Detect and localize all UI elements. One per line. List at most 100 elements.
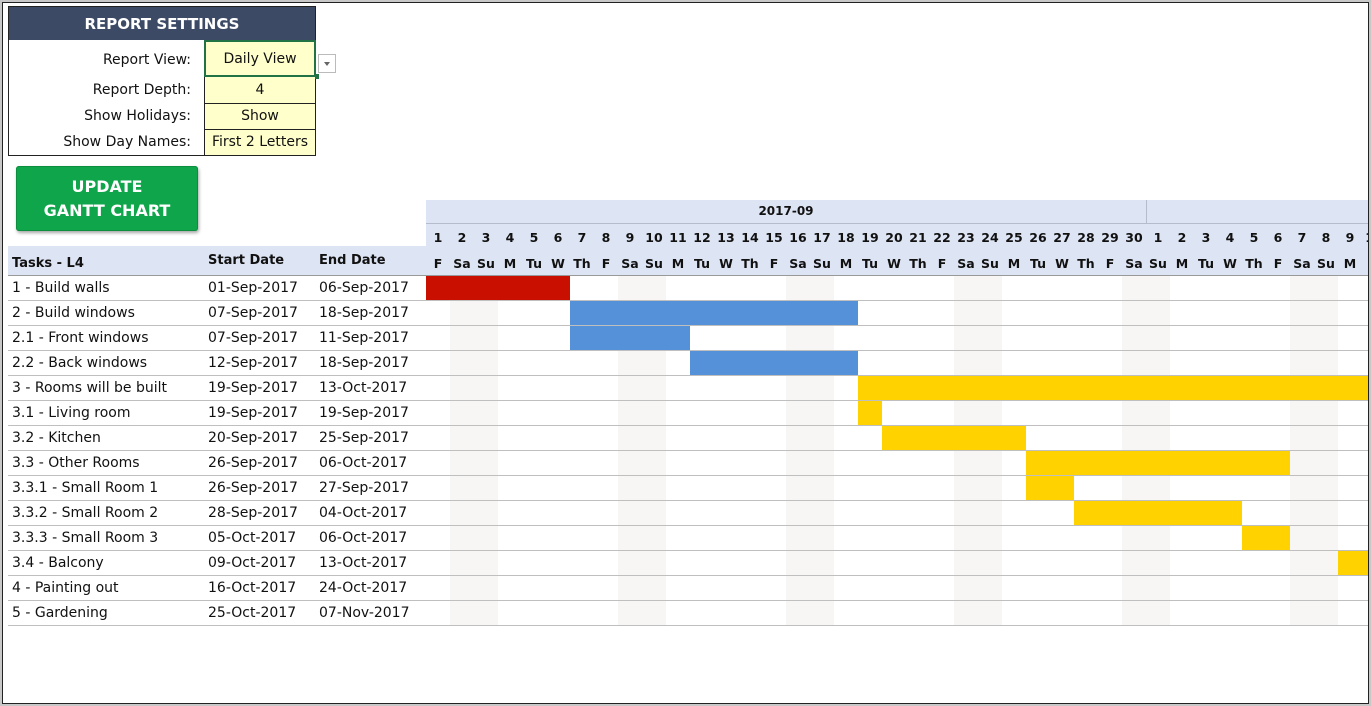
task-row[interactable]: 4 - Painting out 16-Oct-2017 24-Oct-2017 (8, 576, 1368, 601)
start-date-cell[interactable]: 16-Oct-2017 (208, 576, 296, 600)
day-number-label: 5 (529, 230, 539, 245)
task-row[interactable]: 2.2 - Back windows 12-Sep-2017 18-Sep-2017 (8, 351, 1368, 376)
end-date-cell[interactable]: 07-Nov-2017 (319, 601, 410, 625)
start-date-cell[interactable]: 20-Sep-2017 (208, 426, 298, 450)
start-date-cell[interactable]: 01-Sep-2017 (208, 276, 298, 300)
day-number-label: 14 (741, 230, 759, 245)
task-name-cell[interactable]: 4 - Painting out (12, 576, 119, 600)
day-number-label: 8 (601, 230, 611, 245)
day-name-label: Sa (1125, 256, 1143, 271)
day-number-label: 15 (765, 230, 783, 245)
gantt-bar[interactable] (1338, 551, 1368, 575)
task-name-cell[interactable]: 3.3 - Other Rooms (12, 451, 140, 475)
end-date-cell[interactable]: 06-Oct-2017 (319, 451, 407, 475)
gantt-bar[interactable] (882, 426, 1026, 450)
day-number-label: 25 (1005, 230, 1023, 245)
day-number-label: 1 (1153, 230, 1163, 245)
day-number-label: 29 (1101, 230, 1119, 245)
end-date-cell[interactable]: 11-Sep-2017 (319, 326, 409, 350)
end-date-cell[interactable]: 13-Oct-2017 (319, 551, 407, 575)
task-name-cell[interactable]: 3.3.2 - Small Room 2 (12, 501, 158, 525)
end-date-cell[interactable]: 13-Oct-2017 (319, 376, 407, 400)
day-number-label: 7 (577, 230, 587, 245)
day-number-label: 1 (433, 230, 443, 245)
day-name-label: M (503, 256, 517, 271)
end-date-cell[interactable]: 18-Sep-2017 (319, 351, 409, 375)
day-name-label: F (433, 256, 443, 271)
task-row[interactable]: 3.4 - Balcony 09-Oct-2017 13-Oct-2017 (8, 551, 1368, 576)
task-name-cell[interactable]: 5 - Gardening (12, 601, 108, 625)
day-number-label: 10 (645, 230, 663, 245)
day-name-label: T (1362, 254, 1368, 274)
day-number-label: 7 (1297, 230, 1307, 245)
gantt-bar[interactable] (570, 301, 858, 325)
day-number-label: 24 (981, 230, 999, 245)
gantt-bar[interactable] (1242, 526, 1290, 550)
day-name-label: Th (909, 256, 927, 271)
end-date-cell[interactable]: 18-Sep-2017 (319, 301, 409, 325)
day-name-label: Tu (693, 256, 711, 271)
day-name-label: Su (813, 256, 831, 271)
task-name-cell[interactable]: 2 - Build windows (12, 301, 135, 325)
spreadsheet-window: REPORT SETTINGS Report View: Daily View … (2, 2, 1369, 704)
gantt-bar[interactable] (570, 326, 690, 350)
day-name-label: Su (477, 256, 495, 271)
task-row[interactable]: 3.3.3 - Small Room 3 05-Oct-2017 06-Oct-20… (8, 526, 1368, 551)
day-number-label: 8 (1321, 230, 1331, 245)
end-date-cell[interactable]: 24-Oct-2017 (319, 576, 407, 600)
task-name-cell[interactable]: 3 - Rooms will be built (12, 376, 167, 400)
start-date-cell[interactable]: 19-Sep-2017 (208, 401, 298, 425)
gantt-bar[interactable] (1074, 501, 1242, 525)
end-date-cell[interactable]: 04-Oct-2017 (319, 501, 407, 525)
day-name-label: F (769, 256, 779, 271)
task-name-cell[interactable]: 3.3.1 - Small Room 1 (12, 476, 158, 500)
task-row[interactable]: 1 - Build walls 01-Sep-2017 06-Sep-2017 (8, 276, 1368, 301)
day-number-label: 23 (957, 230, 975, 245)
day-name-label: F (937, 256, 947, 271)
task-name-cell[interactable]: 2.1 - Front windows (12, 326, 149, 350)
task-row[interactable]: 5 - Gardening 25-Oct-2017 07-Nov-2017 (8, 601, 1368, 626)
day-name-label: W (551, 256, 565, 271)
task-name-cell[interactable]: 3.4 - Balcony (12, 551, 104, 575)
task-name-cell[interactable]: 3.1 - Living room (12, 401, 131, 425)
start-date-cell[interactable]: 25-Oct-2017 (208, 601, 296, 625)
gantt-bar[interactable] (1026, 451, 1290, 475)
start-date-cell[interactable]: 26-Sep-2017 (208, 476, 298, 500)
day-name-label: M (839, 256, 853, 271)
day-number-label: 13 (717, 230, 735, 245)
task-row[interactable]: 3.2 - Kitchen 20-Sep-2017 25-Sep-2017 (8, 426, 1368, 451)
task-name-cell[interactable]: 3.2 - Kitchen (12, 426, 101, 450)
gantt-bar[interactable] (426, 276, 570, 300)
start-date-cell[interactable]: 07-Sep-2017 (208, 326, 298, 350)
day-number-label: 21 (909, 230, 927, 245)
gantt-bar[interactable] (858, 376, 1368, 400)
task-row[interactable]: 3.1 - Living room 19-Sep-2017 19-Sep-2017 (8, 401, 1368, 426)
end-date-cell[interactable]: 27-Sep-2017 (319, 476, 409, 500)
gantt-bar[interactable] (1026, 476, 1074, 500)
end-date-cell[interactable]: 19-Sep-2017 (319, 401, 409, 425)
gantt-bar[interactable] (858, 401, 882, 425)
start-date-cell[interactable]: 28-Sep-2017 (208, 501, 298, 525)
start-date-cell[interactable]: 12-Sep-2017 (208, 351, 298, 375)
day-name-label: Su (645, 256, 663, 271)
end-date-cell[interactable]: 06-Sep-2017 (319, 276, 409, 300)
start-date-cell[interactable]: 19-Sep-2017 (208, 376, 298, 400)
start-date-cell[interactable]: 26-Sep-2017 (208, 451, 298, 475)
task-name-cell[interactable]: 2.2 - Back windows (12, 351, 147, 375)
task-row[interactable]: 3.3.1 - Small Room 1 26-Sep-2017 27-Sep-20… (8, 476, 1368, 501)
day-number-label: 3 (1201, 230, 1211, 245)
start-date-cell[interactable]: 07-Sep-2017 (208, 301, 298, 325)
day-name-label: M (671, 256, 685, 271)
day-name-label: W (1223, 256, 1237, 271)
start-date-cell[interactable]: 09-Oct-2017 (208, 551, 296, 575)
gantt-bar[interactable] (690, 351, 858, 375)
day-name-label: Th (1077, 256, 1095, 271)
day-name-label: Sa (957, 256, 975, 271)
day-number-label: 6 (553, 230, 563, 245)
task-name-cell[interactable]: 3.3.3 - Small Room 3 (12, 526, 158, 550)
end-date-cell[interactable]: 06-Oct-2017 (319, 526, 407, 550)
task-name-cell[interactable]: 1 - Build walls (12, 276, 110, 300)
end-date-cell[interactable]: 25-Sep-2017 (319, 426, 409, 450)
day-number-label: 10 (1362, 228, 1368, 248)
start-date-cell[interactable]: 05-Oct-2017 (208, 526, 296, 550)
